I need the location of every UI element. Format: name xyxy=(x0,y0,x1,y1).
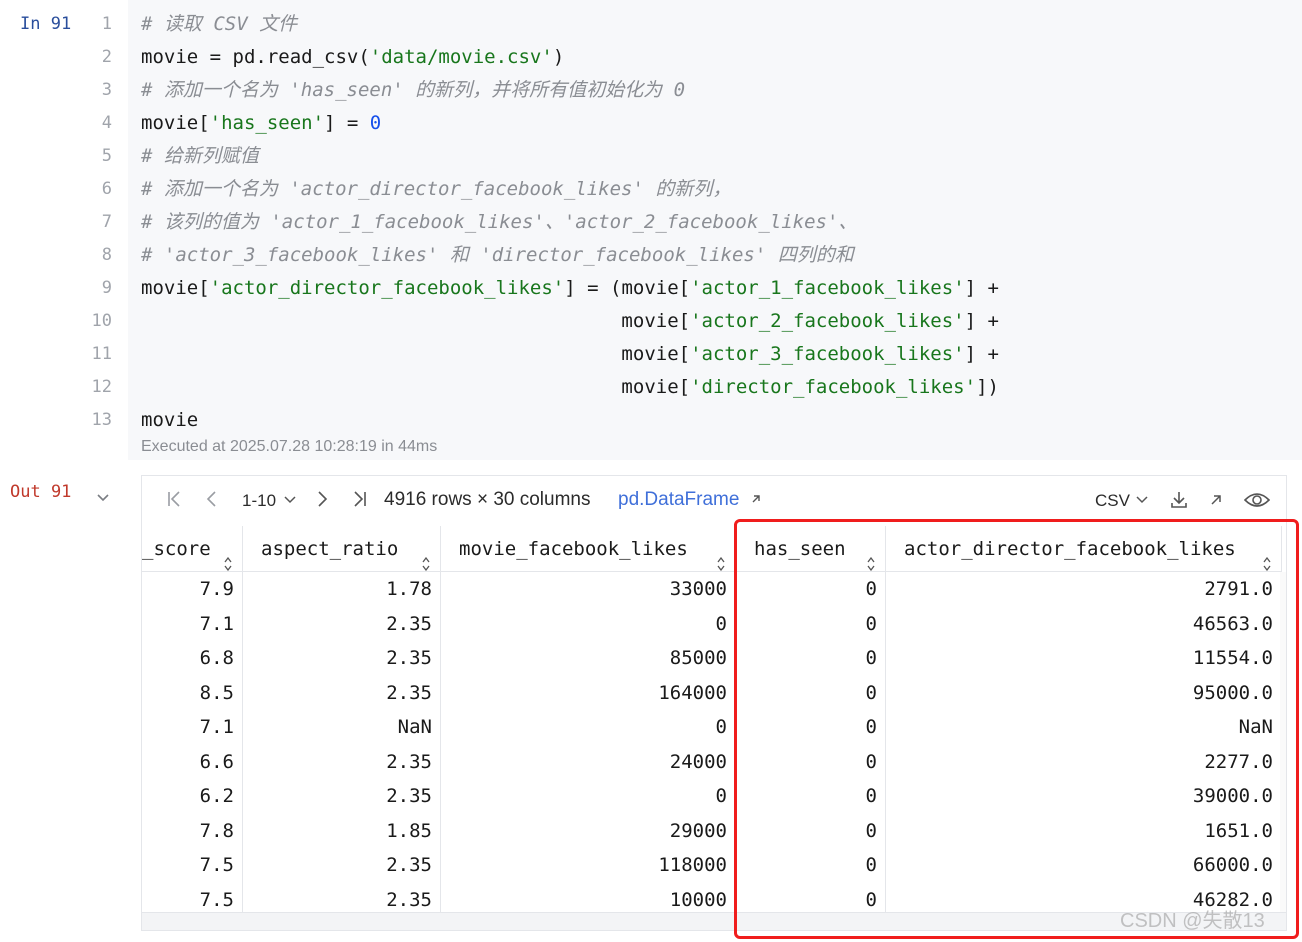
table-cell[interactable]: 8.5 xyxy=(142,676,242,711)
table-cell[interactable]: 7.1 xyxy=(142,607,242,642)
line-number: 13 xyxy=(91,410,112,430)
watermark: CSDN @失散13 xyxy=(1120,910,1265,932)
code-line-4: movie['has_seen'] = 0 xyxy=(141,112,382,134)
table-cell[interactable]: 2.35 xyxy=(243,641,440,676)
chevron-down-icon[interactable] xyxy=(96,490,110,504)
table-cell[interactable]: 7.8 xyxy=(142,814,242,849)
line-number: 3 xyxy=(101,80,112,100)
table-cell[interactable]: 7.5 xyxy=(142,848,242,883)
code-line-3: # 添加一个名为 'has_seen' 的新列，并将所有值初始化为 0 xyxy=(141,79,686,101)
first-page-icon[interactable] xyxy=(166,490,182,508)
column-header-aspect-ratio[interactable]: aspect_ratio xyxy=(243,526,441,572)
table-cell[interactable]: 2.35 xyxy=(243,607,440,642)
page-range-select[interactable]: 1-10 xyxy=(242,491,276,511)
column-aspect-ratio: 1.78 2.35 2.35 2.35 NaN 2.35 2.35 1.85 2.35 2.35 xyxy=(243,572,441,917)
line-number: 8 xyxy=(101,245,112,265)
code-line-5: # 给新列赋值 xyxy=(141,145,259,167)
line-number: 9 xyxy=(101,278,112,298)
line-number: 12 xyxy=(91,377,112,397)
line-number: 7 xyxy=(101,212,112,232)
code-line-6: # 添加一个名为 'actor_director_facebook_likes'… xyxy=(141,178,732,200)
export-format-select[interactable]: CSV xyxy=(1095,491,1130,511)
table-cell[interactable]: 6.8 xyxy=(142,641,242,676)
table-cell[interactable]: NaN xyxy=(243,710,440,745)
table-cell[interactable]: 7.9 xyxy=(142,572,242,607)
dataframe-type-link[interactable]: pd.DataFrame xyxy=(618,489,739,511)
table-cell[interactable]: 6.2 xyxy=(142,779,242,814)
highlight-box xyxy=(734,519,1299,939)
column-header-movie-facebook-likes[interactable]: movie_facebook_likes xyxy=(441,526,736,572)
input-prompt: In 91 xyxy=(20,14,72,34)
line-number: 1 xyxy=(101,14,112,34)
column-score: 7.9 7.1 6.8 8.5 7.1 6.6 6.2 7.8 7.5 7.5 xyxy=(142,572,243,917)
open-in-new-icon[interactable] xyxy=(1210,494,1222,506)
table-cell[interactable]: 2.35 xyxy=(243,745,440,780)
table-cell[interactable]: 0 xyxy=(441,710,735,745)
table-cell[interactable]: 118000 xyxy=(441,848,735,883)
external-link-icon[interactable] xyxy=(751,494,761,504)
table-cell[interactable]: 1.78 xyxy=(243,572,440,607)
code-line-7: # 该列的值为 'actor_1_facebook_likes'、'actor_… xyxy=(141,211,858,233)
table-cell[interactable]: 7.1 xyxy=(142,710,242,745)
table-cell[interactable]: 24000 xyxy=(441,745,735,780)
next-page-icon[interactable] xyxy=(316,490,330,508)
table-cell[interactable]: 6.6 xyxy=(142,745,242,780)
table-cell[interactable]: 33000 xyxy=(441,572,735,607)
line-number: 11 xyxy=(91,344,112,364)
table-cell[interactable]: 0 xyxy=(441,607,735,642)
line-number: 6 xyxy=(101,179,112,199)
download-icon[interactable] xyxy=(1170,490,1188,510)
output-prompt: Out 91 xyxy=(10,482,72,502)
table-cell[interactable]: 1.85 xyxy=(243,814,440,849)
table-cell[interactable]: 85000 xyxy=(441,641,735,676)
rows-columns-count: 4916 rows × 30 columns xyxy=(384,489,591,510)
table-cell[interactable]: 29000 xyxy=(441,814,735,849)
table-cell[interactable]: 2.35 xyxy=(243,848,440,883)
chevron-down-icon[interactable] xyxy=(1136,495,1148,505)
code-line-12: movie['director_facebook_likes']) xyxy=(141,376,999,398)
table-cell[interactable]: 0 xyxy=(441,779,735,814)
chevron-down-icon[interactable] xyxy=(284,495,296,505)
table-cell[interactable]: 164000 xyxy=(441,676,735,711)
eye-icon[interactable] xyxy=(1244,491,1270,509)
code-line-9: movie['actor_director_facebook_likes'] =… xyxy=(141,277,999,299)
line-number: 2 xyxy=(101,47,112,67)
table-cell[interactable]: 2.35 xyxy=(243,779,440,814)
code-line-11: movie['actor_3_facebook_likes'] + xyxy=(141,343,999,365)
line-number: 5 xyxy=(101,146,112,166)
column-movie-facebook-likes: 33000 0 85000 164000 0 24000 0 29000 118000 10000 xyxy=(441,572,736,917)
column-header-score[interactable]: _score xyxy=(142,526,243,572)
execution-info: Executed at 2025.07.28 10:28:19 in 44ms xyxy=(141,438,438,455)
prev-page-icon[interactable] xyxy=(204,490,218,508)
table-cell[interactable]: 2.35 xyxy=(243,676,440,711)
code-line-8: # 'actor_3_facebook_likes' 和 'director_f… xyxy=(141,244,854,266)
code-line-10: movie['actor_2_facebook_likes'] + xyxy=(141,310,999,332)
line-number: 10 xyxy=(91,311,112,331)
line-number: 4 xyxy=(101,113,112,133)
last-page-icon[interactable] xyxy=(352,490,368,508)
code-line-13: movie xyxy=(141,409,199,431)
code-line-2: movie = pd.read_csv('data/movie.csv') xyxy=(141,46,565,68)
code-line-1: # 读取 CSV 文件 xyxy=(141,13,298,35)
